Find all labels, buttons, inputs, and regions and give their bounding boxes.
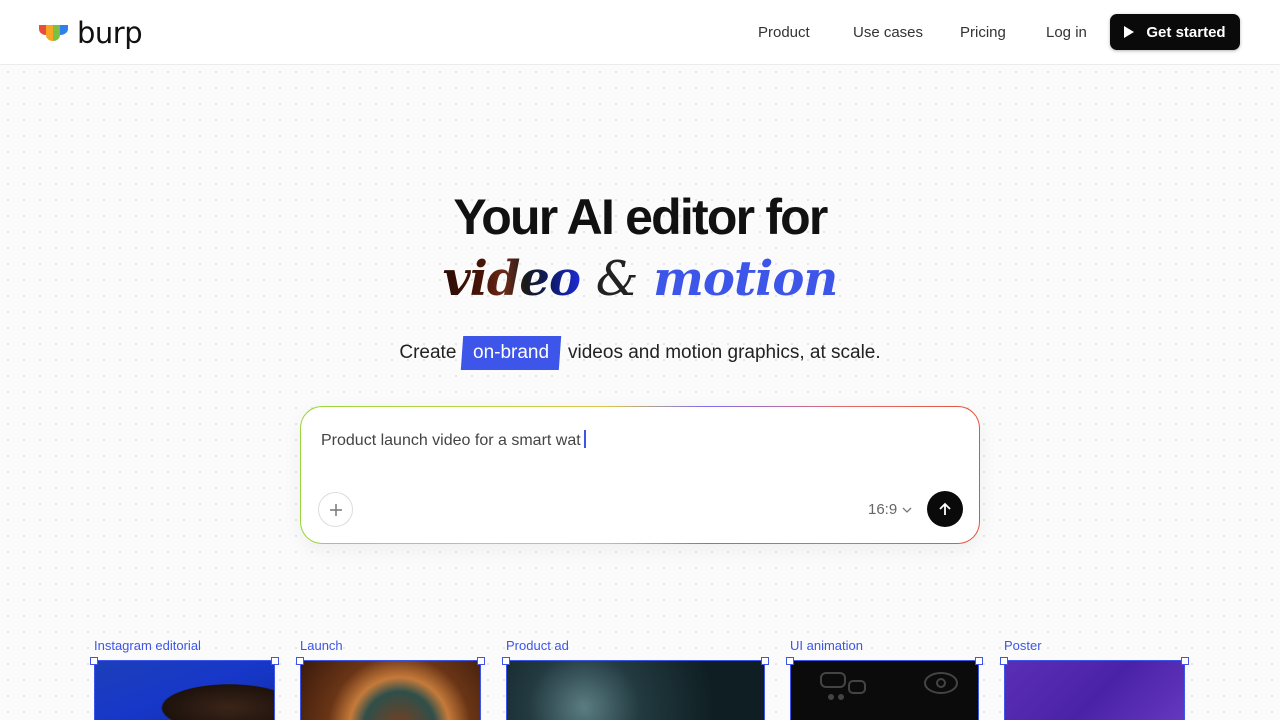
prompt-value: Product launch video for a smart wat xyxy=(321,432,581,449)
aspect-ratio-select[interactable]: 16:9 xyxy=(868,500,912,520)
card-label-ui-animation: UI animation xyxy=(790,638,863,653)
hero-ampersand: & xyxy=(595,251,639,307)
nav-link-login[interactable]: Log in xyxy=(1046,23,1087,43)
hero-title: Your AI editor for xyxy=(453,189,828,245)
resize-handle[interactable] xyxy=(271,657,279,665)
card-instagram-editorial[interactable] xyxy=(90,657,279,720)
logo-text: burp xyxy=(77,16,143,50)
subtitle-prefix: Create xyxy=(399,342,457,363)
card-label-launch: Launch xyxy=(300,638,343,653)
resize-handle[interactable] xyxy=(1181,657,1189,665)
play-icon xyxy=(1124,26,1135,38)
nav-link-pricing[interactable]: Pricing xyxy=(960,23,1006,43)
subtitle-highlight-text: on-brand xyxy=(472,342,549,363)
nav-link-product[interactable]: Product xyxy=(758,23,810,43)
card-label-poster: Poster xyxy=(1004,638,1042,653)
hero-word-motion: motion xyxy=(653,251,838,307)
resize-handle[interactable] xyxy=(502,657,510,665)
get-started-button[interactable]: Get started xyxy=(1110,14,1240,50)
add-attachment-button[interactable] xyxy=(318,492,353,527)
prompt-input[interactable]: Product launch video for a smart wat xyxy=(321,430,586,451)
hero-subtitle: Create on-brand videos and motion graphi… xyxy=(0,336,1280,370)
resize-handle[interactable] xyxy=(477,657,485,665)
prompt-box: Product launch video for a smart wat 16:… xyxy=(300,406,980,544)
resize-handle[interactable] xyxy=(1000,657,1008,665)
logo-mark-icon xyxy=(39,25,68,41)
plus-icon xyxy=(329,503,342,516)
arrow-up-icon xyxy=(939,502,951,515)
card-ui-animation[interactable] xyxy=(786,657,983,720)
chevron-down-icon xyxy=(902,507,912,513)
card-poster[interactable] xyxy=(1000,657,1189,720)
brand-logo[interactable]: burp xyxy=(39,16,143,50)
prompt-inner: Product launch video for a smart wat 16:… xyxy=(301,407,979,543)
nav-link-use-cases[interactable]: Use cases xyxy=(853,23,923,43)
subtitle-suffix: videos and motion graphics, at scale. xyxy=(568,342,881,363)
aspect-ratio-value: 16:9 xyxy=(868,501,898,518)
resize-handle[interactable] xyxy=(761,657,769,665)
hero-word-video: video xyxy=(442,251,581,307)
card-launch[interactable] xyxy=(296,657,485,720)
subtitle-highlight: on-brand xyxy=(460,336,561,370)
hero-title-line2: video & motion xyxy=(0,248,1280,310)
top-navbar: burp Product Use cases Pricing Log in Ge… xyxy=(0,0,1280,65)
resize-handle[interactable] xyxy=(296,657,304,665)
resize-handle[interactable] xyxy=(90,657,98,665)
resize-handle[interactable] xyxy=(786,657,794,665)
card-label-product-ad: Product ad xyxy=(506,638,569,653)
card-product-ad[interactable] xyxy=(502,657,769,720)
text-caret xyxy=(583,430,586,448)
send-button[interactable] xyxy=(927,491,963,527)
resize-handle[interactable] xyxy=(975,657,983,665)
card-label-instagram-editorial: Instagram editorial xyxy=(94,638,201,653)
ui-animation-shapes xyxy=(820,672,958,700)
get-started-label: Get started xyxy=(1146,23,1226,41)
